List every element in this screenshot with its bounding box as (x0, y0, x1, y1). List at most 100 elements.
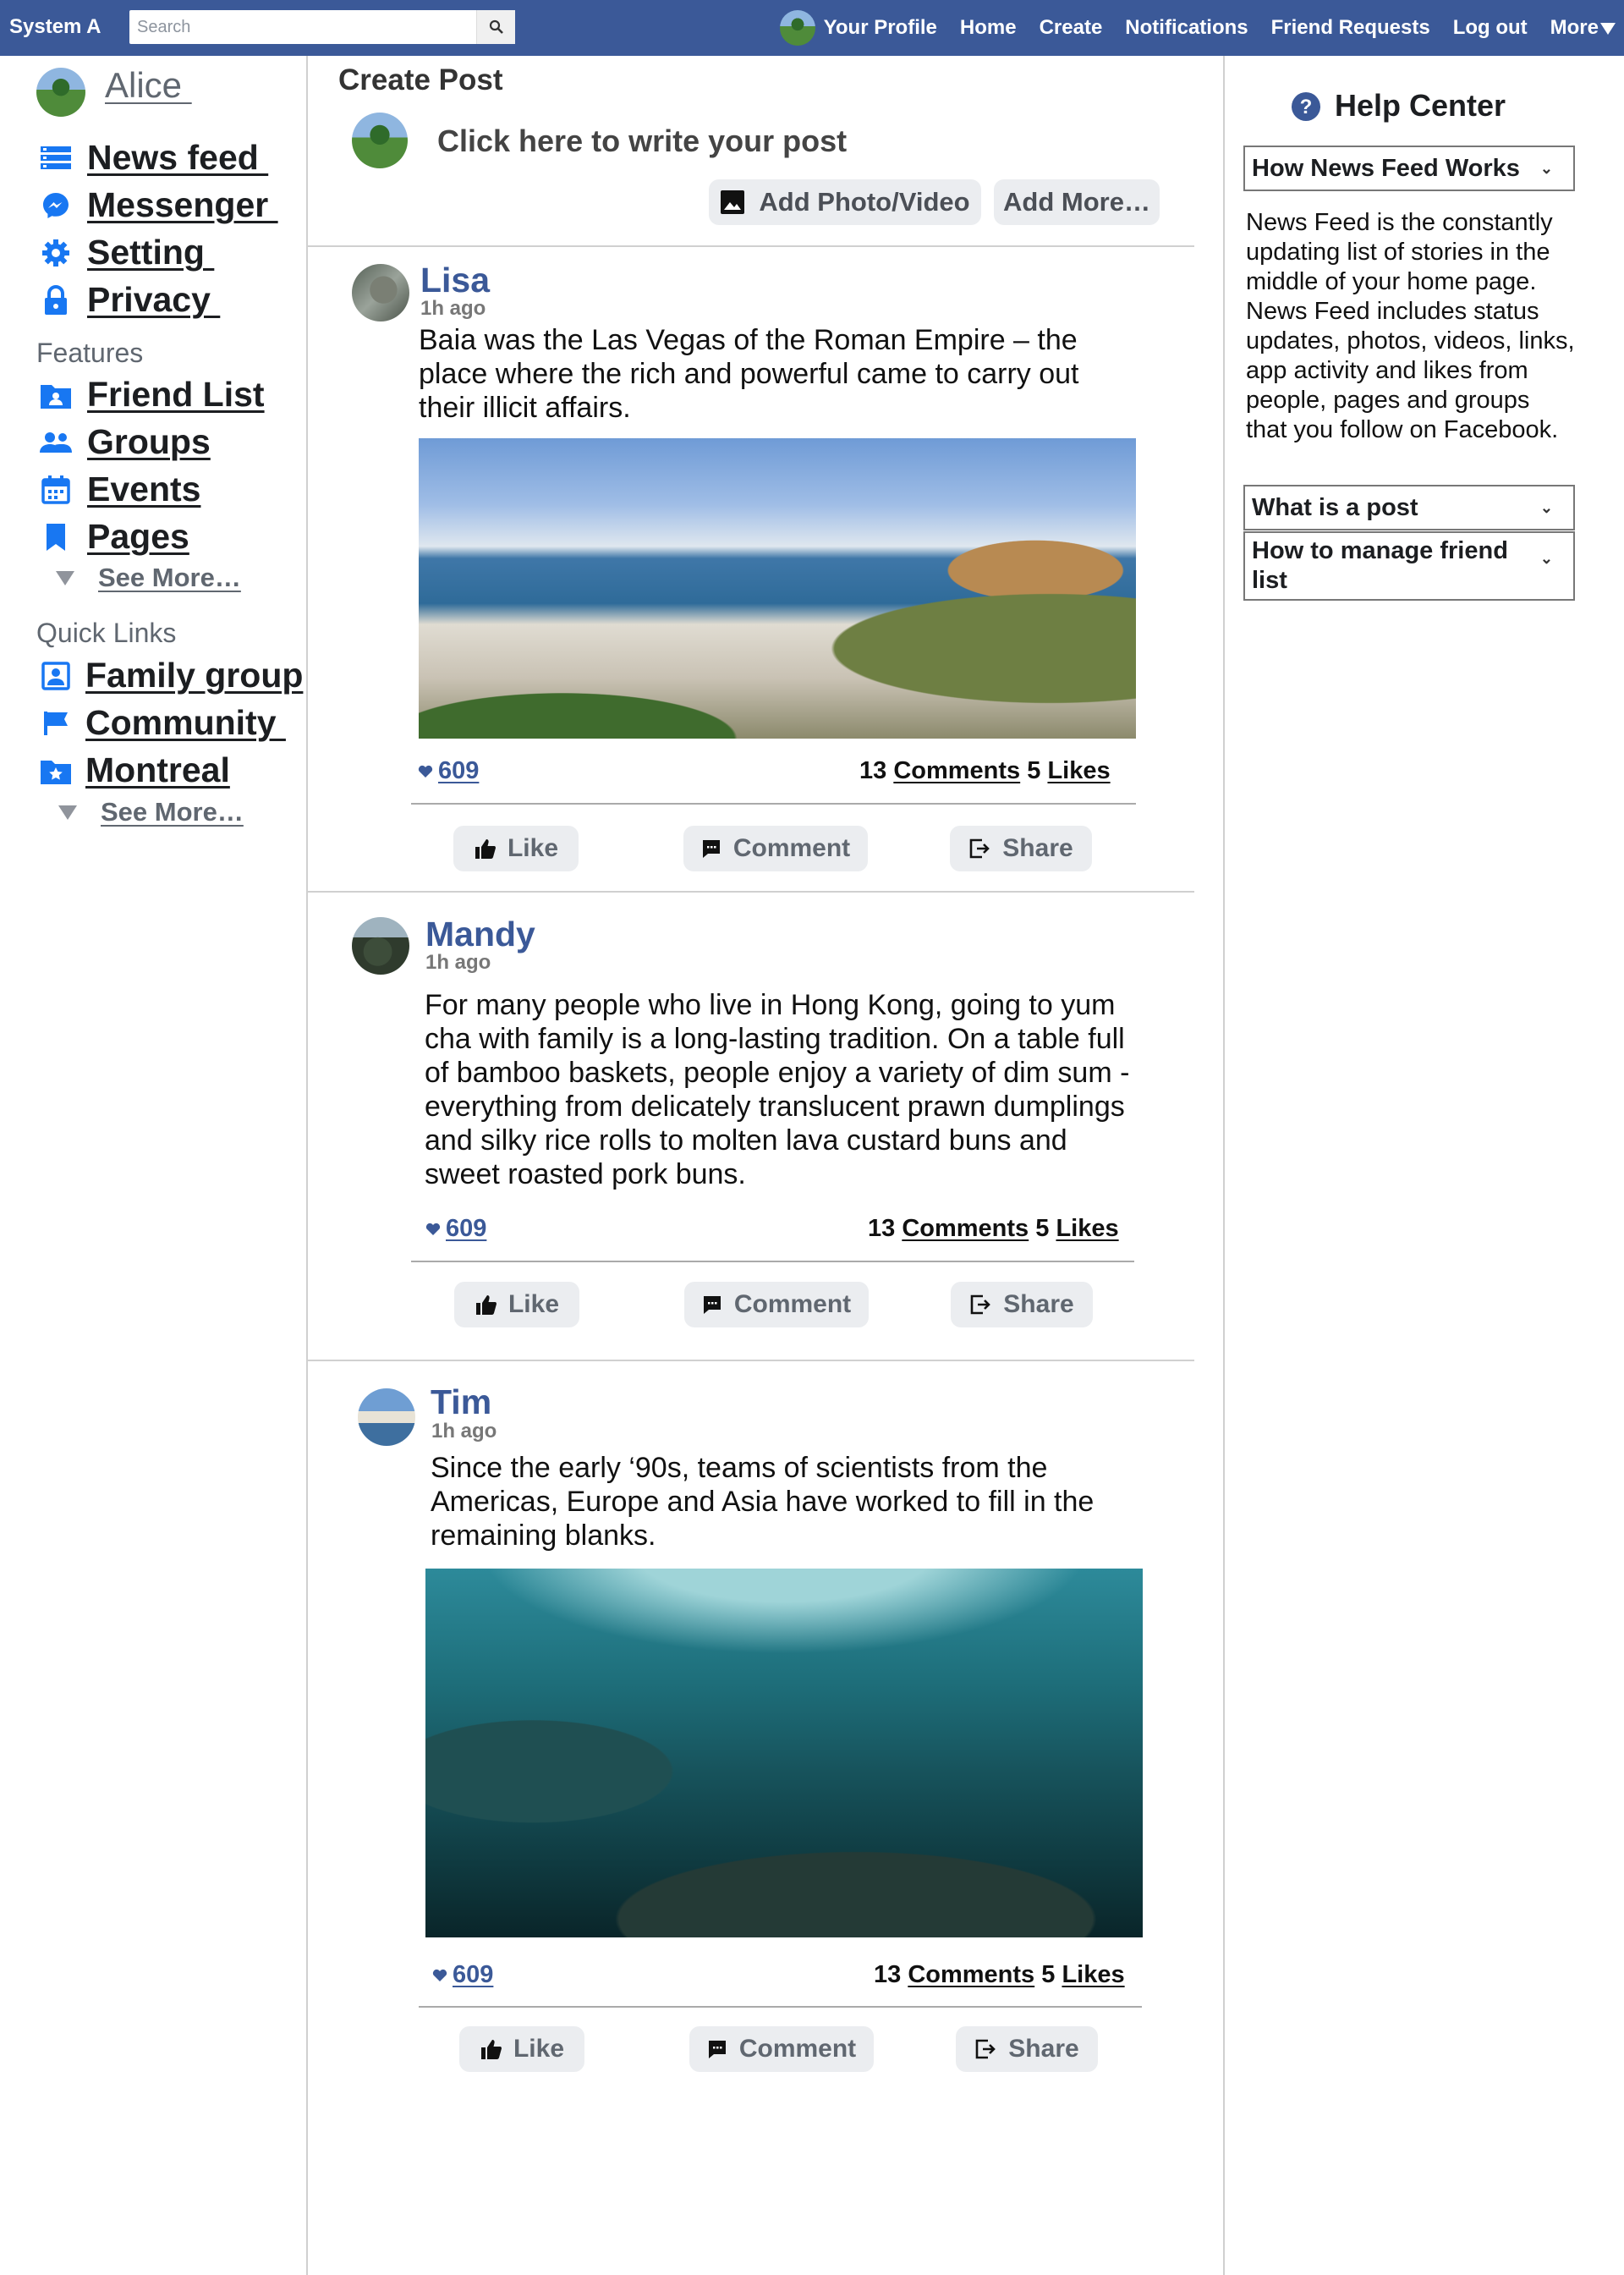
thumbs-up-icon (480, 2040, 502, 2059)
comment-icon (708, 2041, 726, 2058)
search-button[interactable] (476, 10, 515, 44)
comments-link[interactable]: Comments (902, 1215, 1029, 1242)
like-button[interactable]: Like (459, 2026, 584, 2072)
post-stats: 13 Comments 5 Likes (868, 1215, 1119, 1243)
accordion-how-to-manage-friend-list[interactable]: How to manage friend list ⌄ (1243, 531, 1575, 601)
comments-link[interactable]: Comments (908, 1961, 1034, 1988)
post-action-divider (411, 803, 1136, 805)
thumbs-up-icon (475, 839, 496, 859)
comment-button[interactable]: Comment (683, 826, 868, 871)
nav-home[interactable]: Home (960, 16, 1017, 40)
likes-link[interactable]: Likes (1056, 1215, 1118, 1242)
groups-icon (40, 426, 72, 459)
features-see-more[interactable]: See More… (56, 563, 241, 593)
comment-count: 13 (874, 1961, 902, 1988)
sidebar-item-events[interactable]: Events (40, 470, 200, 509)
comment-label: Comment (733, 1290, 852, 1318)
share-button[interactable]: Share (951, 1282, 1093, 1327)
comment-button[interactable]: Comment (684, 1282, 869, 1327)
sidebar-profile-name[interactable]: Alice (105, 65, 192, 106)
share-button[interactable]: Share (956, 2026, 1098, 2072)
sidebar-item-pages[interactable]: Pages (40, 517, 189, 557)
share-button[interactable]: Share (950, 826, 1092, 871)
accordion-what-is-a-post[interactable]: What is a post ⌄ (1243, 485, 1575, 530)
calendar-icon (40, 474, 72, 506)
nav-friend-requests[interactable]: Friend Requests (1271, 16, 1430, 40)
sidebar-item-label: Friend List (87, 375, 265, 414)
sidebar-item-news-feed[interactable]: News feed (40, 138, 268, 178)
add-more-button[interactable]: Add More… (994, 179, 1160, 225)
svg-text:?: ? (1300, 96, 1313, 118)
reaction-number: 609 (453, 1961, 494, 1988)
nav-your-profile[interactable]: Your Profile (824, 16, 937, 40)
search-icon (489, 19, 503, 34)
add-photo-video-label: Add Photo/Video (759, 187, 970, 217)
post-stats: 13 Comments 5 Likes (859, 757, 1111, 785)
bookmark-icon (40, 521, 72, 553)
nav-profile-avatar[interactable] (779, 10, 815, 46)
reaction-count[interactable]: 609 (418, 757, 479, 785)
nav-more-menu[interactable]: More (1550, 16, 1616, 40)
post-photo[interactable] (419, 438, 1136, 739)
accordion-label: How News Feed Works (1252, 155, 1520, 182)
share-label: Share (1003, 1290, 1074, 1318)
sidebar-item-montreal[interactable]: Montreal (40, 750, 230, 790)
news-feed-icon (40, 142, 72, 174)
reaction-count[interactable]: 609 (425, 1215, 486, 1243)
post-timestamp: 1h ago (425, 951, 491, 974)
quick-links-heading: Quick Links (36, 618, 177, 648)
nav-notifications[interactable]: Notifications (1125, 16, 1248, 40)
sidebar-item-setting[interactable]: Setting (40, 233, 214, 272)
post-author-name[interactable]: Mandy (425, 915, 535, 954)
quick-links-see-more[interactable]: See More… (58, 797, 244, 827)
sidebar-item-community[interactable]: Community (40, 703, 286, 743)
post-timestamp: 1h ago (420, 297, 486, 320)
sidebar-item-family-group[interactable]: Family group (40, 656, 303, 695)
nav-log-out[interactable]: Log out (1453, 16, 1528, 40)
post-author-avatar[interactable] (358, 1388, 415, 1446)
nav-more-label: More (1550, 16, 1599, 39)
sidebar-item-messenger[interactable]: Messenger (40, 185, 278, 225)
comments-link[interactable]: Comments (893, 757, 1020, 784)
sidebar-profile-avatar[interactable] (36, 68, 85, 117)
triangle-down-icon (58, 805, 77, 820)
like-button[interactable]: Like (454, 1282, 579, 1327)
post-divider (306, 891, 1194, 893)
see-more-label: See More… (98, 563, 241, 592)
image-icon (721, 190, 745, 214)
share-label: Share (1002, 834, 1073, 862)
like-button[interactable]: Like (453, 826, 579, 871)
features-heading: Features (36, 338, 144, 368)
reaction-count[interactable]: 609 (432, 1961, 493, 1989)
post-author-avatar[interactable] (352, 264, 409, 321)
comment-button[interactable]: Comment (689, 2026, 874, 2072)
share-label: Share (1008, 2035, 1079, 2063)
brand-logo[interactable]: System A (9, 15, 102, 39)
post-action-divider (411, 1261, 1134, 1262)
likes-link[interactable]: Likes (1062, 1961, 1124, 1988)
post-photo[interactable] (425, 1569, 1143, 1937)
share-icon (975, 2039, 996, 2059)
write-post-prompt[interactable]: Click here to write your post (437, 124, 847, 159)
accordion-how-news-feed-works[interactable]: How News Feed Works ⌄ (1243, 146, 1575, 191)
friend-list-icon (40, 379, 72, 411)
post-timestamp: 1h ago (431, 1420, 497, 1442)
add-photo-video-button[interactable]: Add Photo/Video (709, 179, 981, 225)
post-author-name[interactable]: Tim (431, 1382, 491, 1422)
post-author-name[interactable]: Lisa (420, 261, 490, 300)
like-count: 5 (1035, 1215, 1050, 1242)
search-input[interactable] (129, 10, 476, 44)
reaction-number: 609 (438, 757, 480, 784)
sidebar-item-label: News feed (87, 138, 269, 177)
likes-link[interactable]: Likes (1047, 757, 1110, 784)
share-icon (970, 1294, 991, 1315)
post-author-avatar[interactable] (352, 917, 409, 975)
sidebar-item-privacy[interactable]: Privacy (40, 280, 220, 320)
sidebar-item-friend-list[interactable]: Friend List (40, 375, 265, 415)
sidebar-item-label: Community (85, 703, 286, 742)
sidebar-item-label: Family group (85, 656, 304, 695)
heart-icon (418, 765, 433, 778)
right-column-divider (1223, 56, 1225, 2275)
sidebar-item-groups[interactable]: Groups (40, 422, 211, 462)
nav-create[interactable]: Create (1040, 16, 1103, 40)
